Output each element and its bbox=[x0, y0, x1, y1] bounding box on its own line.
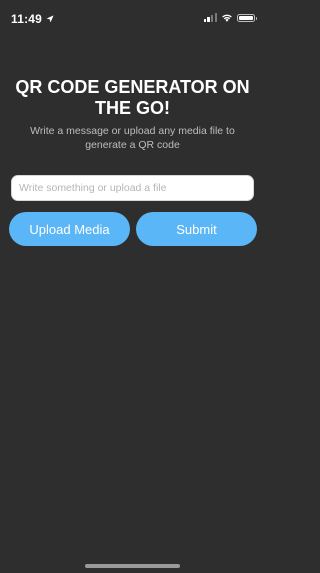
submit-button[interactable]: Submit bbox=[136, 212, 257, 246]
page-subtitle: Write a message or upload any media file… bbox=[30, 125, 235, 151]
home-indicator[interactable] bbox=[85, 564, 180, 568]
battery-fill bbox=[239, 15, 253, 20]
status-icons bbox=[203, 13, 257, 22]
cellular-signal-icon bbox=[203, 13, 217, 22]
status-bar: 11:49 bbox=[0, 0, 265, 40]
message-input[interactable] bbox=[11, 175, 254, 201]
wifi-icon bbox=[222, 14, 232, 22]
status-time: 11:49 bbox=[11, 12, 43, 26]
page-title: QR CODE GENERATOR ON THE GO! bbox=[15, 77, 250, 118]
status-time-group: 11:49 bbox=[11, 12, 54, 26]
upload-media-button[interactable]: Upload Media bbox=[9, 212, 130, 246]
battery-tip bbox=[255, 16, 257, 20]
location-arrow-icon bbox=[46, 15, 54, 23]
battery-icon bbox=[237, 13, 257, 22]
